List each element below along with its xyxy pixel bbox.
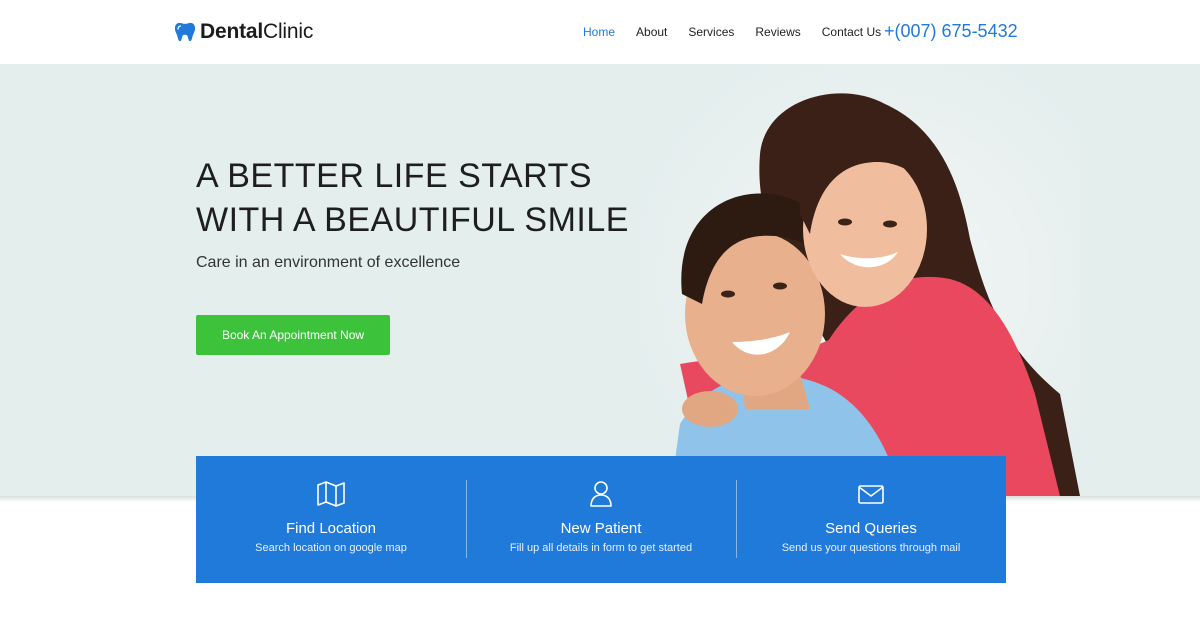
- logo-text: DentalClinic: [200, 20, 314, 43]
- headline-line-1: A BETTER LIFE STARTS: [196, 157, 593, 195]
- user-icon: [590, 481, 612, 507]
- phone-number[interactable]: +(007) 675-5432: [884, 21, 1018, 42]
- mail-icon: [858, 485, 884, 504]
- hero-couple-image: [640, 64, 1080, 496]
- nav-contact-us[interactable]: Contact Us: [822, 25, 881, 39]
- hero-section: A BETTER LIFE STARTS WITH A BEAUTIFUL SM…: [0, 64, 1200, 496]
- site-header: DentalClinic Home About Services Reviews…: [0, 0, 1200, 64]
- nav-home[interactable]: Home: [583, 25, 615, 39]
- book-appointment-button[interactable]: Book An Appointment Now: [196, 315, 390, 355]
- feature-title: New Patient: [560, 520, 642, 537]
- feature-find-location[interactable]: Find Location Search location on google …: [196, 456, 466, 583]
- feature-description: Send us your questions through mail: [781, 542, 961, 554]
- feature-title: Find Location: [285, 520, 377, 537]
- logo[interactable]: DentalClinic: [174, 20, 313, 44]
- map-icon: [317, 481, 345, 507]
- feature-send-queries[interactable]: Send Queries Send us your questions thro…: [736, 456, 1006, 583]
- feature-description: Search location on google map: [255, 542, 407, 554]
- nav-reviews[interactable]: Reviews: [755, 25, 800, 39]
- feature-description: Fill up all details in form to get start…: [509, 542, 693, 554]
- feature-new-patient[interactable]: New Patient Fill up all details in form …: [466, 456, 736, 583]
- nav-services[interactable]: Services: [688, 25, 734, 39]
- main-nav: Home About Services Reviews Contact Us: [583, 25, 902, 39]
- nav-about[interactable]: About: [636, 25, 667, 39]
- feature-title: Send Queries: [825, 520, 917, 537]
- hero-headline: A BETTER LIFE STARTS WITH A BEAUTIFUL SM…: [196, 154, 656, 242]
- headline-line-2: WITH A BEAUTIFUL SMILE: [196, 201, 629, 239]
- hero-subline: Care in an environment of excellence: [196, 254, 461, 271]
- feature-bar: Find Location Search location on google …: [196, 456, 1006, 583]
- tooth-icon: [174, 22, 196, 42]
